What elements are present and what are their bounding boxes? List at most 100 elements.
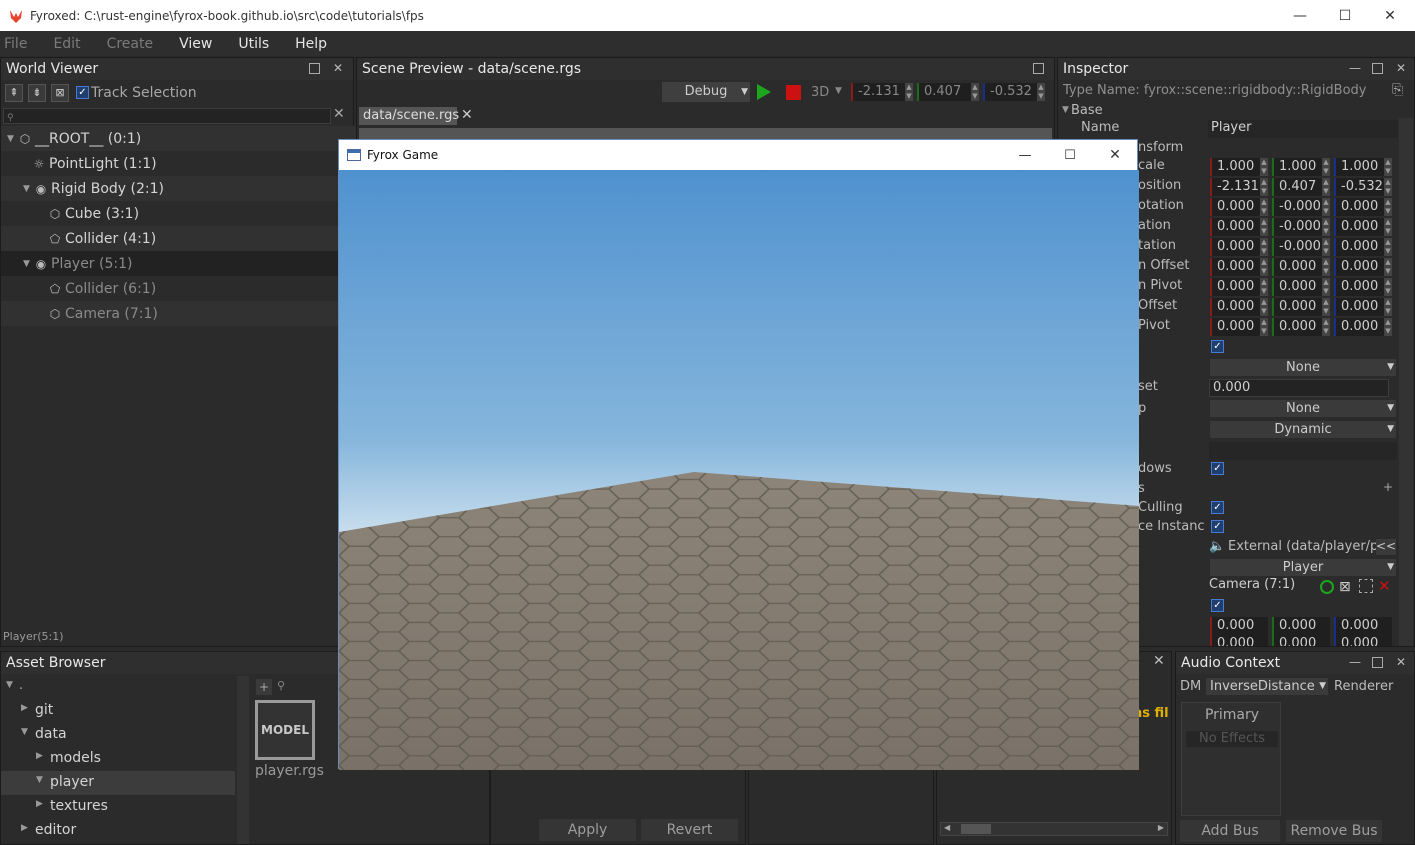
empty-field[interactable] <box>1209 442 1397 460</box>
pick-node-icon[interactable]: ⊠ <box>1339 579 1351 595</box>
world-search-input[interactable]: ⚲ <box>3 108 331 124</box>
locate-node-icon[interactable] <box>1320 580 1334 594</box>
apply-button[interactable]: Apply <box>539 819 636 841</box>
visibility-checkbox[interactable]: ✓ <box>1211 340 1224 353</box>
maximize-icon[interactable] <box>1372 63 1383 74</box>
vector-component-field[interactable]: 0.000 ▲ ▼ <box>1334 218 1392 236</box>
tree-item-root[interactable]: ▼ ⬡ __ROOT__ (0:1) <box>1 126 359 151</box>
folder-data[interactable]: ▼ data <box>1 723 235 747</box>
vector-component-field[interactable]: 0.000 <box>1210 617 1268 635</box>
track-selection-checkbox[interactable]: ✓ <box>76 86 89 99</box>
close-button[interactable]: ✕ <box>1367 0 1413 31</box>
game-viewport[interactable] <box>339 170 1139 770</box>
folder-git[interactable]: ▶ git <box>1 699 235 723</box>
minimize-button[interactable]: — <box>1277 0 1323 31</box>
vector-component-field[interactable]: 0.000 ▲ ▼ <box>1272 298 1330 316</box>
add-bus-button[interactable]: Add Bus <box>1180 820 1280 842</box>
folder-scrollbar[interactable] <box>237 676 249 844</box>
clear-node-icon[interactable]: ✕ <box>1378 577 1391 595</box>
vector-component-field[interactable]: 0.000 ▲ ▼ <box>1272 258 1330 276</box>
vector-component-field[interactable]: 0.000 ▲ ▼ <box>1210 198 1268 216</box>
vector-component-field[interactable]: 0.000 ▲ ▼ <box>1272 278 1330 296</box>
view-mode-arrow-icon[interactable]: ▼ <box>835 86 842 96</box>
menu-view[interactable]: View <box>175 36 224 52</box>
camera-y-field[interactable]: 0.407 ▲ ▼ <box>917 83 979 101</box>
clear-search-icon[interactable]: ✕ <box>333 106 345 122</box>
game-close-button[interactable]: ✕ <box>1092 140 1138 170</box>
vector-component-field[interactable]: 0.000 <box>1334 617 1392 635</box>
menu-utils[interactable]: Utils <box>234 36 281 52</box>
menu-help[interactable]: Help <box>291 36 339 52</box>
locate-icon[interactable]: ⊠ <box>51 84 69 102</box>
none-dropdown-1[interactable]: None ▼ <box>1210 359 1396 376</box>
menu-file[interactable]: File <box>0 36 39 52</box>
expand-arrow-icon[interactable]: ▼ <box>23 259 33 269</box>
vector-component-field[interactable]: 1.000 ▲ ▼ <box>1334 158 1392 176</box>
vector-component-field[interactable]: 0.000 ▲ ▼ <box>1210 278 1268 296</box>
vector-component-field[interactable]: 0.000 ▲ ▼ <box>1210 218 1268 236</box>
vector-component-field[interactable]: 1.000 ▲ ▼ <box>1210 158 1268 176</box>
frustum-culling-checkbox[interactable]: ✓ <box>1211 501 1224 514</box>
game-maximize-button[interactable]: ☐ <box>1047 140 1093 170</box>
folder-root[interactable]: . <box>19 678 23 693</box>
model-thumbnail[interactable]: MODEL <box>255 700 315 760</box>
expand-arrow-icon[interactable]: ▼ <box>7 134 17 144</box>
add-script-icon[interactable]: + <box>1383 480 1393 494</box>
body-type-dropdown[interactable]: Dynamic ▼ <box>1210 421 1396 438</box>
folder-player[interactable]: ▼ player <box>1 771 235 795</box>
vector-component-field[interactable]: 0.000 ▲ ▼ <box>1272 318 1330 336</box>
expand-arrow-icon[interactable]: ▼ <box>6 680 13 690</box>
maximize-icon[interactable] <box>1372 657 1383 668</box>
minimize-icon[interactable]: — <box>1348 655 1362 669</box>
enabled-checkbox[interactable]: ✓ <box>1211 599 1224 612</box>
cast-shadows-checkbox[interactable]: ✓ <box>1211 462 1224 475</box>
close-icon[interactable]: ✕ <box>1153 653 1165 669</box>
vector-component-field[interactable]: 0.000 <box>1334 635 1392 646</box>
docs-icon[interactable]: ⎘ <box>1392 82 1403 98</box>
resource-instance-checkbox[interactable]: ✓ <box>1211 520 1224 533</box>
maximize-icon[interactable] <box>309 63 320 74</box>
vector-component-field[interactable]: -2.131 ▲ ▼ <box>1210 178 1268 196</box>
folder-textures[interactable]: ▶ textures <box>1 795 235 819</box>
vector-component-field[interactable]: 0.000 <box>1210 635 1268 646</box>
vector-component-field[interactable]: 0.000 ▲ ▼ <box>1210 298 1268 316</box>
name-input[interactable]: Player <box>1208 120 1398 138</box>
folder-editor[interactable]: ▶ editor <box>1 819 235 843</box>
tree-item-player[interactable]: ▼ ◉ Player (5:1) <box>1 251 359 276</box>
vector-component-field[interactable]: 0.000 ▲ ▼ <box>1334 238 1392 256</box>
maximize-icon[interactable] <box>1033 63 1044 74</box>
tree-item-pointlight[interactable]: ☼ PointLight (1:1) <box>1 151 359 176</box>
tree-item-cube[interactable]: ⬡ Cube (3:1) <box>1 201 359 226</box>
distance-model-dropdown[interactable]: InverseDistance ▼ <box>1206 678 1328 695</box>
vector-component-field[interactable]: 0.000 ▲ ▼ <box>1210 318 1268 336</box>
close-icon[interactable]: ✕ <box>1394 655 1408 669</box>
vector-component-field[interactable]: 0.000 <box>1272 617 1330 635</box>
vector-component-field[interactable]: 0.000 ▲ ▼ <box>1334 198 1392 216</box>
tree-item-collider[interactable]: ⬠ Collider (4:1) <box>1 226 359 251</box>
menu-edit[interactable]: Edit <box>49 36 92 52</box>
tree-item-player-collider[interactable]: ⬠ Collider (6:1) <box>1 276 359 301</box>
vector-component-field[interactable]: 0.000 ▲ ▼ <box>1334 318 1392 336</box>
vector-component-field[interactable]: -0.532 ▲ ▼ <box>1334 178 1392 196</box>
play-icon[interactable] <box>757 84 771 100</box>
select-node-icon[interactable] <box>1359 579 1373 593</box>
vector-component-field[interactable]: 1.000 ▲ ▼ <box>1272 158 1330 176</box>
vector-component-field[interactable]: 0.000 ▲ ▼ <box>1210 238 1268 256</box>
maximize-button[interactable]: ☐ <box>1322 0 1368 31</box>
vector-component-field[interactable]: 0.000 ▲ ▼ <box>1334 278 1392 296</box>
game-minimize-button[interactable]: — <box>1002 140 1048 170</box>
menu-create[interactable]: Create <box>103 36 166 52</box>
log-hscrollbar[interactable]: ◀ ▶ <box>940 822 1168 836</box>
player-dropdown[interactable]: Player ▼ <box>1210 559 1396 576</box>
collapse-all-icon[interactable]: ⇞ <box>5 84 23 102</box>
vector-component-field[interactable]: -0.000 ▲ ▼ <box>1272 198 1330 216</box>
build-mode-dropdown[interactable]: Debug ▼ <box>662 82 750 102</box>
remove-bus-button[interactable]: Remove Bus <box>1286 820 1382 842</box>
expand-arrow-icon[interactable]: ▼ <box>1062 105 1069 115</box>
offset-input[interactable]: 0.000 <box>1209 379 1389 397</box>
tree-item-rigid-body[interactable]: ▼ ◉ Rigid Body (2:1) <box>1 176 359 201</box>
minimize-icon[interactable]: — <box>1348 61 1362 75</box>
add-asset-icon[interactable]: + <box>256 679 272 695</box>
expand-arrow-icon[interactable]: ▼ <box>23 184 33 194</box>
scene-tab[interactable]: data/scene.rgs <box>359 107 459 125</box>
